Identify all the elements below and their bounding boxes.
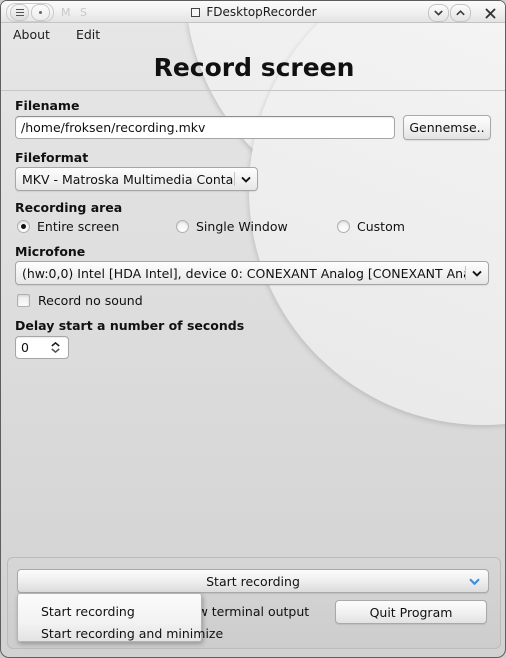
window-frame: FDesktopRecorder M S About Edit Record s… [0,0,506,658]
record-dot-button[interactable] [31,3,50,21]
menu-button[interactable] [10,3,29,21]
record-no-sound-checkbox[interactable]: Record no sound [17,293,143,308]
microphone-select-value: (hw:0,0) Intel [HDA Intel], device 0: CO… [22,265,465,281]
recording-area-group: Entire screen Single Window Custom [1,219,505,239]
menu-item-start-recording-and-minimize[interactable]: Start recording and minimize [18,622,223,644]
radio-single-window-label: Single Window [196,219,288,234]
page-title: Record screen [153,53,355,82]
start-recording-menu: Start recording Start recording and mini… [17,593,223,644]
chevron-down-icon[interactable] [469,570,480,592]
menu-item-edit[interactable]: Edit [76,27,100,42]
delay-spinner-value: 0 [21,340,29,355]
spinner-arrows[interactable] [45,342,68,353]
titlebar-left-controls: M S [6,2,90,22]
menu-bar: About Edit [1,23,505,45]
titlebar-button-pill [6,2,54,22]
radio-dot-icon [337,220,350,233]
record-no-sound-label: Record no sound [38,293,143,308]
radio-single-window[interactable]: Single Window [176,219,288,234]
filename-input[interactable]: /home/froksen/recording.mkv [15,116,395,139]
chevron-up-icon [50,342,60,347]
quit-program-button[interactable]: Quit Program [335,600,487,624]
fileformat-select-value: MKV - Matroska Multimedia Container [22,171,234,187]
browse-button[interactable]: Gennemse.. [403,115,491,140]
start-recording-split-button[interactable]: Start recording [17,569,489,593]
menu-item-about[interactable]: About [13,27,50,42]
menu-item-start-recording[interactable]: Start recording [18,600,201,622]
start-recording-button-label: Start recording [206,573,300,589]
radio-dot-icon [17,220,30,233]
radio-dot-icon [176,220,189,233]
radio-custom-label: Custom [357,219,405,234]
window-title: FDesktopRecorder [206,5,317,19]
dot-icon [39,10,42,14]
chevron-down-icon [50,348,60,353]
minimize-button[interactable] [428,4,449,22]
filename-input-value: /home/froksen/recording.mkv [21,120,206,135]
radio-entire-screen-label: Entire screen [37,219,120,234]
filename-label: Filename [15,98,80,113]
chevron-down-icon [434,10,443,16]
checkbox-icon [17,294,30,307]
microphone-label: Microfone [15,244,86,259]
radio-entire-screen[interactable]: Entire screen [17,219,119,234]
recording-area-label: Recording area [15,200,123,215]
hamburger-icon [15,8,24,16]
chevron-down-icon [466,270,488,277]
fileformat-select[interactable]: MKV - Matroska Multimedia Container [15,167,258,191]
fileformat-label: Fileformat [15,150,89,165]
delay-label: Delay start a number of seconds [15,318,245,333]
window-controls [428,4,500,22]
app-square-icon [191,7,201,17]
radio-custom[interactable]: Custom [337,219,405,234]
chevron-up-icon [456,10,465,16]
title-bar: FDesktopRecorder M S [1,1,505,23]
delay-spinner[interactable]: 0 [15,336,69,359]
close-button[interactable] [480,5,500,21]
microphone-select[interactable]: (hw:0,0) Intel [HDA Intel], device 0: CO… [15,261,489,285]
close-icon [485,8,495,18]
application-window: FDesktopRecorder M S About Edit Record s… [0,0,506,658]
maximize-button[interactable] [450,4,471,22]
titlebar-left-label: M S [61,5,90,19]
title-divider [1,90,505,91]
chevron-down-icon [235,176,257,183]
